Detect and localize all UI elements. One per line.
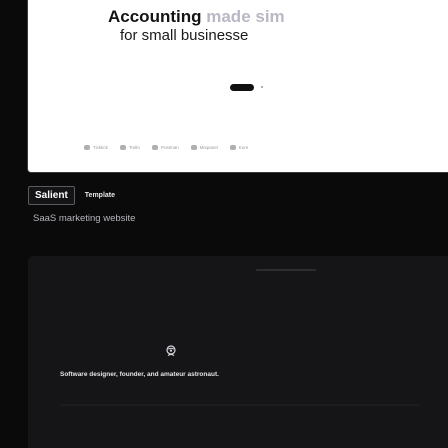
author-bio: Software designer, founder, and amateur … — [60, 371, 219, 378]
template-description: SaaS marketing website — [33, 213, 136, 224]
hero-title: Accounting made sim — [108, 6, 285, 27]
logo-item: Postman — [151, 144, 179, 150]
customer-logo-strip: Ticktick Trello Postman Mixpanel Kore — [84, 142, 448, 152]
template-showcase-page: Accounting made sim for small businesse … — [0, 0, 448, 448]
logo-item: Mixpanel — [190, 144, 218, 150]
logo-item: Trello — [119, 144, 140, 150]
astronaut-avatar-icon — [166, 345, 176, 356]
logo-glyph-icon — [190, 144, 197, 150]
testimonial-divider — [60, 404, 420, 406]
logo-label: Ticktick — [93, 144, 108, 150]
hero-title-faded: made sim — [206, 7, 285, 26]
logo-label: Kore — [238, 144, 249, 150]
logo-label: Trello — [128, 144, 140, 150]
template-type-badge: Template — [84, 191, 116, 199]
template-preview-image[interactable]: Accounting made sim for small businesse … — [28, 0, 448, 172]
logo-glyph-icon — [151, 144, 158, 150]
logo-label: Mixpanel — [199, 144, 218, 150]
quote-line — [256, 269, 316, 271]
hero-title-main: Accounting — [108, 7, 202, 26]
template-title-row: Salient Template — [28, 185, 116, 205]
template-name-link[interactable]: Salient — [28, 185, 75, 205]
hero-cta-dot — [261, 86, 263, 88]
hero-cta-button — [230, 84, 254, 91]
logo-item: Kore — [229, 144, 249, 150]
logo-glyph-icon — [84, 144, 90, 150]
logo-label: Postman — [160, 144, 179, 150]
logo-glyph-icon — [119, 144, 126, 150]
hero-subtitle: for small businesse — [120, 27, 249, 44]
testimonial-card[interactable]: Software designer, founder, and amateur … — [28, 256, 448, 448]
logo-item: Ticktick — [84, 144, 108, 150]
logo-glyph-icon — [229, 144, 236, 150]
